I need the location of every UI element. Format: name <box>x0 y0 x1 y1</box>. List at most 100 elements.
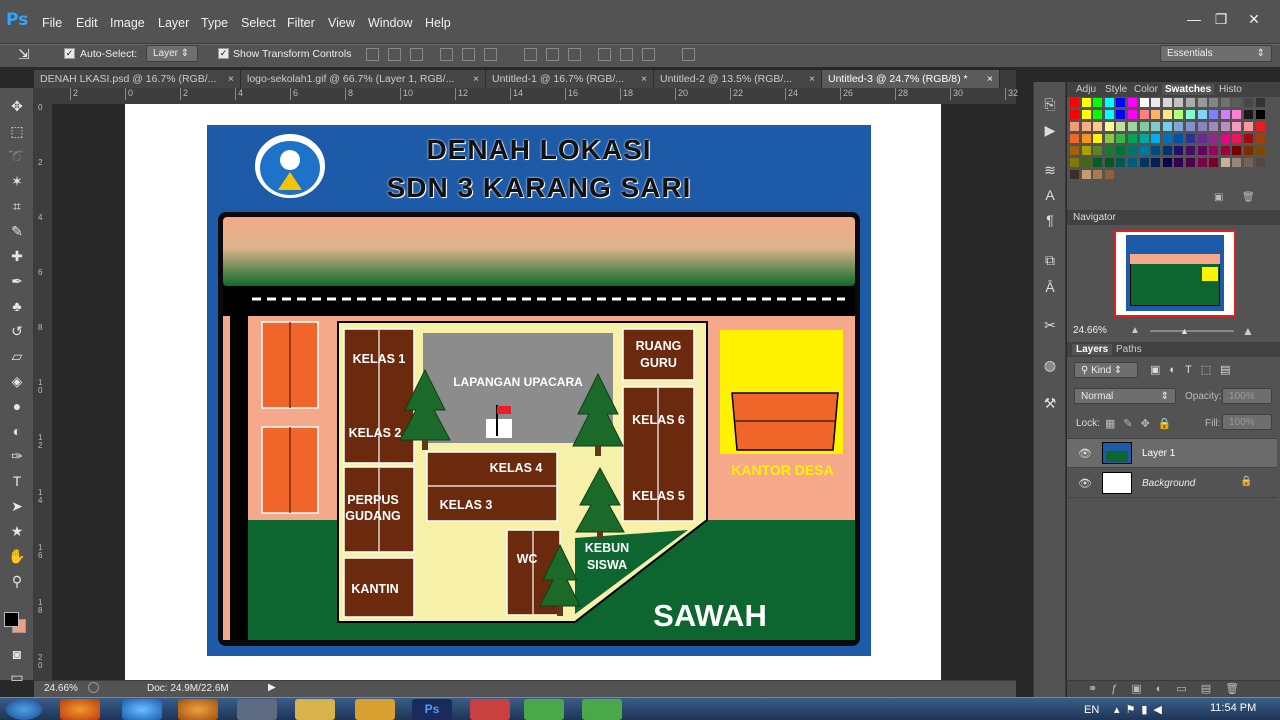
status-arrow-icon[interactable]: ▶ <box>268 682 276 693</box>
swatch[interactable] <box>1197 110 1207 119</box>
zoom-slider[interactable] <box>1150 330 1234 332</box>
swatch[interactable] <box>1139 158 1149 167</box>
swatch[interactable] <box>1081 146 1091 155</box>
layer-kind-filter[interactable]: ⚲ Kind ⇕ <box>1074 362 1138 378</box>
tool-presets-icon[interactable]: ✂ <box>1040 315 1060 335</box>
swatch[interactable] <box>1209 158 1219 167</box>
swatch[interactable] <box>1081 110 1091 119</box>
media-taskbar-icon[interactable] <box>178 699 218 720</box>
swatch[interactable] <box>1093 98 1103 107</box>
pdf-taskbar-icon[interactable] <box>470 699 510 720</box>
swatch[interactable] <box>1255 146 1265 155</box>
layer-name[interactable]: Background <box>1142 478 1195 489</box>
firefox-taskbar-icon[interactable] <box>60 699 100 720</box>
swatch[interactable] <box>1151 110 1161 119</box>
swatch[interactable] <box>1081 122 1091 131</box>
swatch[interactable] <box>1116 122 1126 131</box>
swatch[interactable] <box>1070 158 1079 167</box>
swatch[interactable] <box>1070 170 1079 179</box>
properties-panel-icon[interactable]: ⚒ <box>1040 393 1060 413</box>
swatch[interactable] <box>1209 146 1219 155</box>
swatch[interactable] <box>1244 158 1253 167</box>
character-styles-icon[interactable]: Ā <box>1040 277 1060 297</box>
layer-name[interactable]: Layer 1 <box>1142 448 1175 459</box>
swatch[interactable] <box>1162 158 1172 167</box>
history-panel-icon[interactable]: ⎘ <box>1040 94 1060 114</box>
swatch[interactable] <box>1255 134 1265 143</box>
swatch[interactable] <box>1128 98 1137 107</box>
swatch[interactable] <box>1151 122 1161 131</box>
swatch[interactable] <box>1232 122 1242 131</box>
app2-taskbar-icon[interactable] <box>582 699 622 720</box>
navigator-thumbnail[interactable] <box>1114 230 1236 317</box>
swatch[interactable] <box>1244 122 1253 131</box>
swatch[interactable] <box>1220 158 1230 167</box>
swatch[interactable] <box>1186 110 1195 119</box>
zoom-slider-handle[interactable]: ▲ <box>1180 326 1189 336</box>
swatch[interactable] <box>1232 134 1242 143</box>
swatch[interactable] <box>1151 134 1161 143</box>
paragraph-panel-icon[interactable]: ¶ <box>1040 210 1060 230</box>
swatch[interactable] <box>1128 122 1137 131</box>
swatch[interactable] <box>1174 146 1184 155</box>
swatch[interactable] <box>1197 146 1207 155</box>
zoom-in-icon[interactable]: ▲ <box>1242 324 1254 338</box>
swatch[interactable] <box>1209 110 1219 119</box>
visibility-eye-icon[interactable]: 👁 <box>1078 447 1092 460</box>
swatch[interactable] <box>1104 170 1114 179</box>
swatch[interactable] <box>1186 98 1195 107</box>
swatch[interactable] <box>1255 98 1265 107</box>
tab-layers[interactable]: Layers <box>1072 344 1113 355</box>
navigator-title[interactable]: Navigator <box>1073 212 1116 223</box>
start-button-icon[interactable] <box>6 699 42 720</box>
brush-presets-icon[interactable]: ≋ <box>1040 160 1060 180</box>
swatch[interactable] <box>1220 110 1230 119</box>
swatch[interactable] <box>1197 122 1207 131</box>
swatches-grid[interactable] <box>1070 98 1270 188</box>
actions-panel-icon[interactable]: ▶ <box>1040 120 1060 140</box>
tray-icons[interactable]: ▴⚑▮◀ <box>1114 703 1168 716</box>
swatch[interactable] <box>1220 122 1230 131</box>
swatch[interactable] <box>1139 146 1149 155</box>
swatch[interactable] <box>1104 146 1114 155</box>
swatch[interactable] <box>1232 110 1242 119</box>
swatch[interactable] <box>1116 134 1126 143</box>
swatch[interactable] <box>1186 158 1195 167</box>
explorer-taskbar-icon[interactable] <box>295 699 335 720</box>
swatch[interactable] <box>1151 146 1161 155</box>
swatch[interactable] <box>1162 134 1172 143</box>
swatch[interactable] <box>1232 158 1242 167</box>
swatch[interactable] <box>1116 110 1126 119</box>
tab-swatches[interactable]: Swatches <box>1162 84 1215 95</box>
zoom-level[interactable]: 24.66% <box>44 683 78 694</box>
lock-icons[interactable]: ▦✎✥🔒 <box>1105 417 1180 430</box>
swatch[interactable] <box>1255 110 1265 119</box>
swatch[interactable] <box>1070 110 1079 119</box>
swatch[interactable] <box>1128 110 1137 119</box>
swatch[interactable] <box>1174 158 1184 167</box>
tab-adjustments[interactable]: Adju <box>1076 84 1096 95</box>
visibility-eye-icon[interactable]: 👁 <box>1078 477 1092 490</box>
character-panel-icon[interactable]: A <box>1040 185 1060 205</box>
swatch[interactable] <box>1220 134 1230 143</box>
swatch[interactable] <box>1186 134 1195 143</box>
swatch[interactable] <box>1209 122 1219 131</box>
swatch[interactable] <box>1151 98 1161 107</box>
layer-footer-icons[interactable]: ⚭ƒ▣◐▭▤🗑 <box>1088 682 1253 695</box>
swatch[interactable] <box>1174 134 1184 143</box>
swatch[interactable] <box>1162 98 1172 107</box>
swatch[interactable] <box>1244 98 1253 107</box>
swatch[interactable] <box>1186 146 1195 155</box>
opacity-input[interactable]: 100% <box>1222 388 1272 404</box>
swatch[interactable] <box>1093 122 1103 131</box>
swatch[interactable] <box>1116 146 1126 155</box>
swatch[interactable] <box>1081 170 1091 179</box>
clock[interactable]: 11:54 PM <box>1210 702 1256 714</box>
swatch[interactable] <box>1162 122 1172 131</box>
new-swatch-icon[interactable]: ▣ <box>1214 192 1223 203</box>
blend-mode-dropdown[interactable]: Normal ⇕ <box>1074 388 1176 404</box>
swatch[interactable] <box>1174 110 1184 119</box>
swatch[interactable] <box>1244 146 1253 155</box>
status-info-icon[interactable] <box>88 682 99 693</box>
swatch[interactable] <box>1070 146 1079 155</box>
